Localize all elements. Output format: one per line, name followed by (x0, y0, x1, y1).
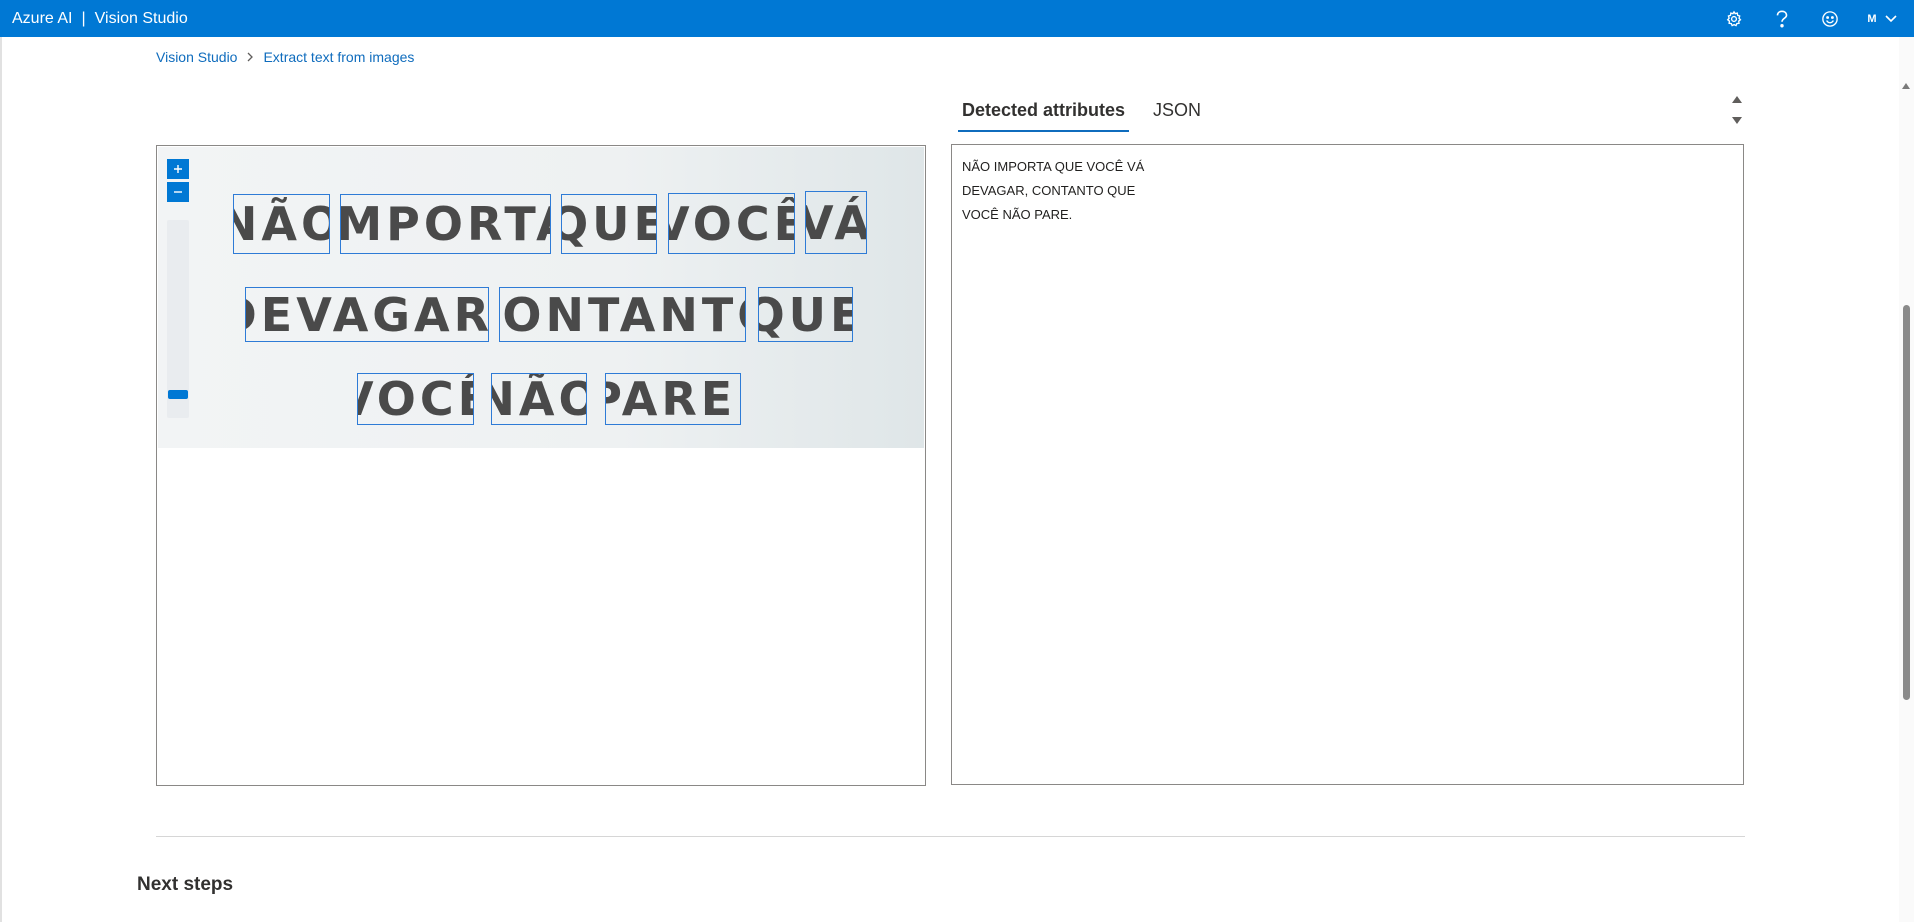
word-box[interactable]: NÃO (233, 194, 330, 254)
result-tabs: Detected attributes JSON (958, 92, 1205, 132)
zoom-out-button[interactable] (167, 182, 189, 202)
smiley-icon[interactable] (1819, 0, 1841, 37)
plus-icon (174, 165, 182, 173)
result-line: VOCÊ NÃO PARE. (962, 207, 1073, 222)
word-box[interactable]: QUE (758, 287, 853, 342)
breadcrumb-root[interactable]: Vision Studio (156, 49, 237, 65)
tab-scroll-control (1729, 92, 1745, 128)
word-box[interactable]: QUE (561, 194, 657, 254)
scroll-down-icon[interactable] (1732, 117, 1742, 124)
page-scrollbar[interactable] (1899, 37, 1914, 922)
top-bar: Azure AI | Vision Studio M (0, 0, 1914, 37)
word-box[interactable]: DEVAGAR, (245, 287, 489, 342)
breadcrumb-current[interactable]: Extract text from images (263, 49, 414, 65)
scroll-up-icon[interactable] (1732, 96, 1742, 103)
word-box[interactable]: IMPORTA (340, 194, 551, 254)
app-brand[interactable]: Azure AI | Vision Studio (12, 0, 188, 37)
word-box[interactable]: CONTANTO (499, 287, 746, 342)
account-menu[interactable]: M (1862, 0, 1902, 37)
analyzed-image: NÃO IMPORTA QUE VOCÊ VÁ DEVAGAR, CONTANT… (158, 147, 924, 448)
scrollbar-thumb[interactable] (1903, 305, 1910, 700)
brand-name: Azure AI (12, 10, 73, 27)
breadcrumb: Vision Studio Extract text from images (156, 47, 414, 67)
gear-icon[interactable] (1723, 0, 1745, 37)
section-divider (156, 836, 1745, 837)
tab-detected-attributes[interactable]: Detected attributes (958, 92, 1130, 132)
page-edge (0, 37, 2, 922)
next-steps-heading: Next steps (137, 874, 234, 895)
word-box[interactable]: NÃO (491, 373, 587, 425)
word-box[interactable]: VÁ (805, 191, 867, 254)
tab-json[interactable]: JSON (1149, 92, 1205, 132)
zoom-slider[interactable] (167, 220, 189, 418)
zoom-slider-handle[interactable] (168, 390, 188, 399)
word-box[interactable]: VOCÊ (668, 193, 795, 254)
scroll-up-icon[interactable] (1902, 83, 1910, 89)
zoom-in-button[interactable] (167, 159, 189, 179)
product-name: Vision Studio (94, 10, 188, 27)
avatar: M (1867, 12, 1877, 25)
result-line: DEVAGAR, CONTANTO QUE (962, 183, 1136, 198)
help-icon[interactable] (1771, 0, 1793, 37)
word-box[interactable]: VOCÊ (357, 373, 474, 425)
chevron-right-icon (247, 52, 254, 62)
image-preview-panel: NÃO IMPORTA QUE VOCÊ VÁ DEVAGAR, CONTANT… (156, 145, 926, 786)
detected-text-panel: NÃO IMPORTA QUE VOCÊ VÁ DEVAGAR, CONTANT… (951, 144, 1744, 785)
brand-separator: | (81, 10, 86, 27)
word-box[interactable]: PARE. (605, 373, 741, 425)
minus-icon (174, 191, 182, 193)
chevron-down-icon (1885, 14, 1897, 22)
result-line: NÃO IMPORTA QUE VOCÊ VÁ (962, 159, 1145, 174)
